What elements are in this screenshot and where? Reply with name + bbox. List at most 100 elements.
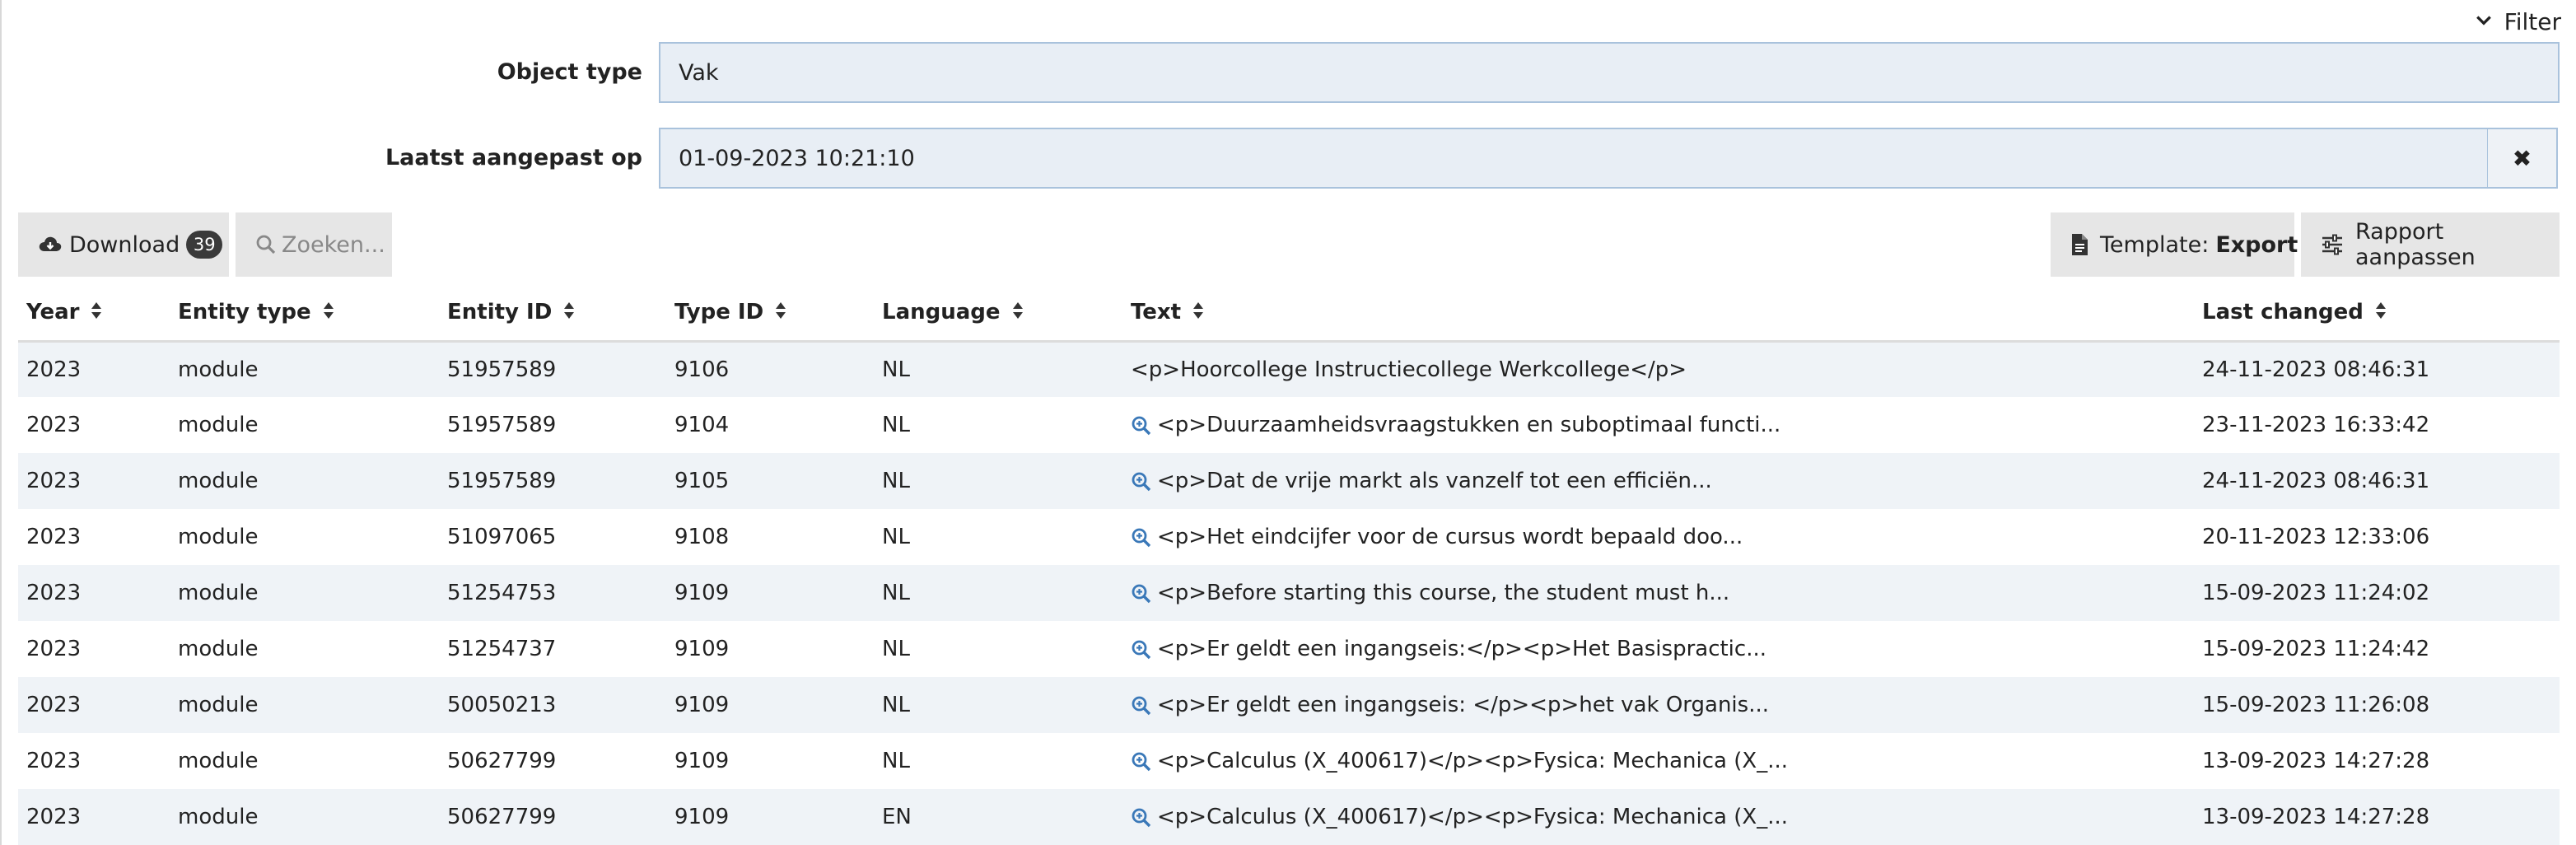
object-type-field[interactable]: Vak bbox=[659, 42, 2560, 103]
report-settings-button[interactable]: Rapport aanpassen bbox=[2301, 212, 2560, 277]
cell-entity-type: module bbox=[170, 397, 439, 453]
cell-value: 9109 bbox=[674, 581, 730, 605]
download-button[interactable]: Download 39 bbox=[18, 212, 229, 277]
template-prefix: Template: bbox=[2100, 231, 2210, 258]
cell-value: module bbox=[178, 805, 259, 829]
cell-entity-type: module bbox=[170, 565, 439, 621]
cell-language: NL bbox=[874, 733, 1122, 789]
cell-entity-id: 51957589 bbox=[439, 397, 666, 453]
column-header-label: Year bbox=[26, 300, 80, 324]
table-row[interactable]: 2023 module 51254753 9109 NL <p>Before starti… bbox=[18, 565, 2560, 621]
column-header-label: Entity ID bbox=[447, 300, 553, 324]
sort-icon[interactable] bbox=[563, 301, 575, 325]
table-header-row: Year Entity type Entity ID Type ID Language T… bbox=[18, 285, 2560, 343]
cell-type-id: 9109 bbox=[666, 621, 874, 677]
cell-entity-id: 51254753 bbox=[439, 565, 666, 621]
sort-icon[interactable] bbox=[2375, 301, 2387, 325]
column-header-type-id[interactable]: Type ID bbox=[666, 285, 874, 343]
cell-entity-id: 51097065 bbox=[439, 509, 666, 565]
last-modified-field[interactable]: 01-09-2023 10:21:10 bbox=[659, 128, 2490, 189]
cell-year: 2023 bbox=[18, 397, 170, 453]
table-row[interactable]: 2023 module 50050213 9109 NL <p>Er geldt een … bbox=[18, 677, 2560, 733]
template-name: Export bbox=[2215, 231, 2298, 258]
cell-language: NL bbox=[874, 677, 1122, 733]
table-row[interactable]: 2023 module 50627799 9109 EN <p>Calculus (X_4… bbox=[18, 789, 2560, 845]
cell-value: <p>Hoorcollege Instructiecollege Werkcol… bbox=[1131, 357, 1687, 382]
zoom-in-icon[interactable] bbox=[1131, 469, 1157, 493]
zoom-in-icon[interactable] bbox=[1131, 805, 1157, 829]
zoom-in-icon[interactable] bbox=[1131, 525, 1157, 549]
column-header-year[interactable]: Year bbox=[18, 285, 170, 343]
cell-language: NL bbox=[874, 453, 1122, 509]
cell-value: 23-11-2023 16:33:42 bbox=[2202, 413, 2430, 437]
cell-type-id: 9109 bbox=[666, 565, 874, 621]
cell-value: 51097065 bbox=[447, 525, 557, 549]
column-header-last-changed[interactable]: Last changed bbox=[2194, 285, 2560, 343]
column-header-language[interactable]: Language bbox=[874, 285, 1122, 343]
table-row[interactable]: 2023 module 51254737 9109 NL <p>Er geldt een … bbox=[18, 621, 2560, 677]
cell-value: NL bbox=[882, 637, 910, 661]
cell-value: module bbox=[178, 693, 259, 717]
cell-value: 50050213 bbox=[447, 693, 557, 717]
sort-icon[interactable] bbox=[323, 301, 334, 325]
clear-date-button[interactable]: ✖ bbox=[2487, 128, 2558, 189]
table-row[interactable]: 2023 module 51957589 9104 NL <p>Duurzaamheids… bbox=[18, 397, 2560, 453]
cell-value: module bbox=[178, 525, 259, 549]
zoom-in-icon[interactable] bbox=[1131, 581, 1157, 605]
cell-entity-id: 51254737 bbox=[439, 621, 666, 677]
cell-value: 2023 bbox=[26, 805, 82, 829]
cell-entity-id: 50627799 bbox=[439, 789, 666, 845]
cell-year: 2023 bbox=[18, 565, 170, 621]
cell-entity-id: 50050213 bbox=[439, 677, 666, 733]
cell-value: NL bbox=[882, 693, 910, 717]
search-button[interactable]: Zoeken... bbox=[236, 212, 392, 277]
table-row[interactable]: 2023 module 51097065 9108 NL <p>Het eindcijfe… bbox=[18, 509, 2560, 565]
zoom-in-icon[interactable] bbox=[1131, 637, 1157, 661]
cell-value: NL bbox=[882, 749, 910, 773]
zoom-in-icon[interactable] bbox=[1131, 749, 1157, 773]
cell-value: 9109 bbox=[674, 749, 730, 773]
download-label: Download bbox=[69, 231, 180, 258]
zoom-in-icon[interactable] bbox=[1131, 413, 1157, 437]
cell-last-changed: 13-09-2023 14:27:28 bbox=[2194, 733, 2560, 789]
cell-value: <p>Er geldt een ingangseis: </p><p>het v… bbox=[1157, 693, 1769, 717]
cell-value: 24-11-2023 08:46:31 bbox=[2202, 469, 2430, 493]
table-row[interactable]: 2023 module 51957589 9106 NL <p>Hoorcollege I… bbox=[18, 341, 2560, 397]
cell-language: NL bbox=[874, 565, 1122, 621]
cell-last-changed: 23-11-2023 16:33:42 bbox=[2194, 397, 2560, 453]
cell-value: module bbox=[178, 637, 259, 661]
cell-text: <p>Er geldt een ingangseis:</p><p>Het Ba… bbox=[1122, 621, 2194, 677]
column-header-label: Language bbox=[882, 300, 1001, 324]
cell-value: 20-11-2023 12:33:06 bbox=[2202, 525, 2430, 549]
cell-year: 2023 bbox=[18, 677, 170, 733]
filter-toggle[interactable]: Filter bbox=[2475, 5, 2561, 38]
template-button[interactable]: Template: Export bbox=[2051, 212, 2298, 277]
cell-text: <p>Dat de vrije markt als vanzelf tot ee… bbox=[1122, 453, 2194, 509]
cell-value: 13-09-2023 14:27:28 bbox=[2202, 749, 2430, 773]
cell-entity-id: 51957589 bbox=[439, 341, 666, 397]
cell-value: 2023 bbox=[26, 357, 82, 382]
download-count-badge: 39 bbox=[186, 231, 223, 259]
cell-value: 9106 bbox=[674, 357, 730, 382]
cell-value: 9109 bbox=[674, 693, 730, 717]
sort-icon[interactable] bbox=[775, 301, 786, 325]
cell-value: 2023 bbox=[26, 525, 82, 549]
column-header-entity-type[interactable]: Entity type bbox=[170, 285, 439, 343]
sort-icon[interactable] bbox=[1012, 301, 1024, 325]
cell-value: EN bbox=[882, 805, 912, 829]
column-header-entity-id[interactable]: Entity ID bbox=[439, 285, 666, 343]
table-row[interactable]: 2023 module 50627799 9109 NL <p>Calculus (X_4… bbox=[18, 733, 2560, 789]
cell-value: 51957589 bbox=[447, 413, 557, 437]
cell-text: <p>Het eindcijfer voor de cursus wordt b… bbox=[1122, 509, 2194, 565]
table-row[interactable]: 2023 module 51957589 9105 NL <p>Dat de vrije … bbox=[18, 453, 2560, 509]
cell-value: 15-09-2023 11:24:42 bbox=[2202, 637, 2430, 661]
cell-value: 13-09-2023 14:27:28 bbox=[2202, 805, 2430, 829]
cell-text: <p>Duurzaamheidsvraagstukken en suboptim… bbox=[1122, 397, 2194, 453]
search-icon bbox=[255, 234, 277, 255]
sort-icon[interactable] bbox=[1192, 301, 1204, 325]
cell-entity-type: module bbox=[170, 509, 439, 565]
sort-icon[interactable] bbox=[91, 301, 102, 325]
cell-year: 2023 bbox=[18, 341, 170, 397]
column-header-text[interactable]: Text bbox=[1122, 285, 2194, 343]
zoom-in-icon[interactable] bbox=[1131, 693, 1157, 717]
